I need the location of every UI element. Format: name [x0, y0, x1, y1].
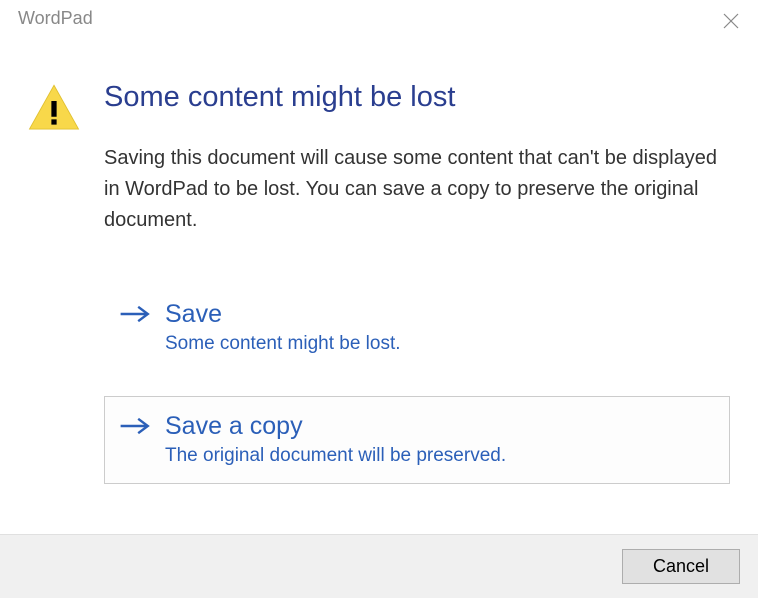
option-subtitle: The original document will be preserved.	[165, 445, 715, 467]
option-subtitle: Some content might be lost.	[165, 333, 715, 355]
cancel-button[interactable]: Cancel	[622, 549, 740, 584]
text-column: Some content might be lost Saving this d…	[92, 80, 730, 534]
titlebar: WordPad	[0, 0, 758, 40]
warning-icon	[26, 123, 82, 140]
arrow-right-icon	[119, 411, 157, 442]
dialog-body-text: Saving this document will cause some con…	[104, 143, 730, 236]
close-icon	[723, 13, 739, 34]
close-button[interactable]	[716, 8, 746, 38]
option-text: Save Some content might be lost.	[157, 299, 715, 355]
content-area: Some content might be lost Saving this d…	[0, 40, 758, 534]
dialog-footer: Cancel	[0, 534, 758, 598]
icon-column	[20, 80, 92, 534]
save-warning-dialog: WordPad Some content might be lost Savin…	[0, 0, 758, 598]
option-text: Save a copy The original document will b…	[157, 411, 715, 467]
option-save-a-copy[interactable]: Save a copy The original document will b…	[104, 396, 730, 484]
option-title: Save	[165, 299, 715, 329]
options-list: Save Some content might be lost. Save a …	[104, 284, 730, 484]
arrow-right-icon	[119, 299, 157, 330]
dialog-heading: Some content might be lost	[104, 80, 730, 115]
option-save[interactable]: Save Some content might be lost.	[104, 284, 730, 372]
app-title: WordPad	[18, 8, 93, 29]
option-title: Save a copy	[165, 411, 715, 441]
spacer	[104, 372, 730, 396]
